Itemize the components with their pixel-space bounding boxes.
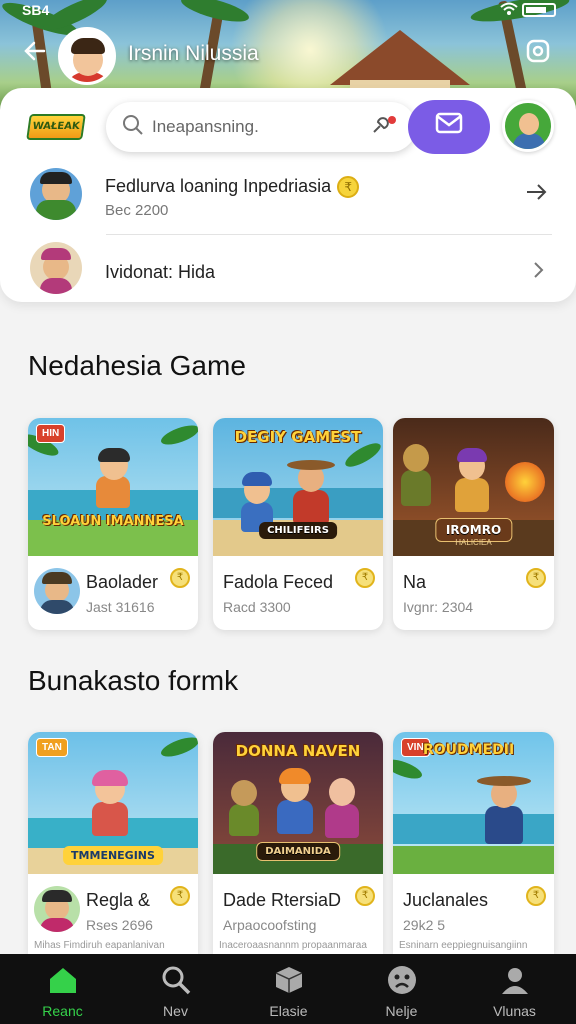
game-stat: Rses 2696 (86, 917, 153, 933)
app-logo[interactable]: WAŁEAK (26, 114, 86, 140)
home-icon (47, 964, 79, 996)
coin-icon: ₹ (526, 886, 546, 906)
status-bar: SB4 (0, 0, 576, 22)
chevron-right-icon[interactable] (528, 260, 548, 286)
search-input[interactable]: Ineapansning. (152, 117, 259, 137)
sad-face-icon (386, 964, 418, 996)
search-icon (160, 964, 192, 996)
game-thumbnail: VIN ROUDMEDII (393, 732, 554, 874)
card-badge: TAN (36, 738, 68, 757)
notification-row[interactable]: Ividonat: Hida (28, 242, 552, 306)
notification-avatar (30, 168, 82, 220)
thumbnail-title: ROUDMEDII (423, 742, 515, 758)
nav-item-profile[interactable]: Vlunas (457, 954, 572, 1024)
thumbnail-title: SLOAUN IMANNESA (42, 514, 184, 529)
game-card[interactable]: TAN TMMENEGINS Regla & Rses 2696 ₹ Mihas… (28, 732, 198, 954)
game-thumbnail: DONNA NAVEN DAIMANIDA (213, 732, 383, 874)
game-name: Regla & (86, 890, 151, 910)
bottom-nav: Reanc Nev Elasie Nelje Vlunas (0, 954, 576, 1024)
thumbnail-banner: TMMENEGINS (63, 846, 163, 865)
game-thumbnail: TAN TMMENEGINS (28, 732, 198, 874)
coin-icon: ₹ (170, 886, 190, 906)
thumbnail-title: IROMRO (445, 523, 502, 537)
coin-icon: ₹ (526, 568, 546, 588)
profile-button[interactable] (502, 100, 554, 152)
game-stat: Arpaocoofsting (223, 917, 317, 933)
status-time: SB4 (22, 2, 50, 18)
top-panel: WAŁEAK Ineapansning. Fedlurva loaning In… (0, 88, 576, 302)
game-name: Dade RtersiaD (223, 890, 342, 910)
divider (106, 234, 552, 235)
profile-face (519, 113, 539, 135)
back-arrow-icon[interactable] (22, 38, 50, 66)
battery-icon (522, 3, 556, 17)
game-name: Juclanales (403, 890, 489, 910)
header-title: Irsnin Nilussia (128, 42, 259, 65)
inbox-button[interactable] (408, 100, 490, 154)
share-arrow-icon[interactable] (524, 180, 548, 210)
coin-icon: ₹ (355, 886, 375, 906)
nav-label: Nev (163, 1003, 188, 1019)
user-avatar[interactable] (58, 27, 116, 85)
notification-title: Ividonat: Hida (105, 262, 216, 282)
game-name: Fadola Feced (223, 572, 334, 592)
game-thumbnail: DEGIY GAMEST CHILIFEIRS (213, 418, 383, 556)
search-bar[interactable]: Ineapansning. (106, 102, 416, 152)
nav-item-home[interactable]: Reanc (5, 954, 120, 1024)
card-avatar (34, 886, 80, 932)
box-icon (273, 964, 305, 996)
nav-label: Reanc (42, 1003, 83, 1019)
nav-item-box[interactable]: Elasie (231, 954, 346, 1024)
card-avatar (34, 568, 80, 614)
game-description: Esninarn eeppiegnuisangiinn (399, 940, 528, 951)
coin-icon: ₹ (337, 176, 360, 199)
game-description: Inaceroaasnannm propaanmaraa (219, 940, 367, 951)
nav-label: Nelje (385, 1003, 418, 1019)
game-stat: Jast 31616 (86, 599, 155, 615)
profile-body (513, 133, 545, 149)
game-card[interactable]: DEGIY GAMEST CHILIFEIRS Fadola Feced Rac… (213, 418, 383, 630)
hut-roof (330, 30, 470, 85)
game-card[interactable]: IROMRO HALICIEA Na Ivgnr: 2304 ₹ (393, 418, 554, 630)
game-name: Baolader (86, 572, 159, 592)
section-title: Bunakasto formk (28, 665, 239, 696)
nav-item-feedback[interactable]: Nelje (344, 954, 459, 1024)
avatar-hair (71, 38, 105, 54)
notification-title-text: Fedlurva loaning Inpedriasia (105, 176, 332, 196)
notification-title: Fedlurva loaning Inpedriasia ₹ (105, 176, 360, 199)
thumbnail-subtitle: HALICIEA (455, 538, 492, 547)
location-pin-icon[interactable] (370, 114, 396, 140)
gear-icon[interactable] (522, 36, 554, 68)
fire-orb (505, 462, 545, 502)
card-badge: HIN (36, 424, 66, 443)
thumbnail-title: DONNA NAVEN (235, 742, 361, 760)
game-name: Na (403, 572, 427, 592)
game-stat: 29k2 5 (403, 917, 446, 933)
game-thumbnail: HIN SLOAUN IMANNESA (28, 418, 198, 556)
notification-row[interactable]: Fedlurva loaning Inpedriasia ₹ Bec 2200 (28, 168, 552, 232)
thumbnail-banner: DAIMANIDA (256, 842, 340, 861)
game-card[interactable]: DONNA NAVEN DAIMANIDA Dade RtersiaD Arpa… (213, 732, 383, 954)
thumbnail-banner: CHILIFEIRS (259, 522, 337, 539)
notification-dot (388, 116, 396, 124)
nav-item-search[interactable]: Nev (118, 954, 233, 1024)
game-stat: Racd 3300 (223, 599, 291, 615)
coin-icon: ₹ (170, 568, 190, 588)
game-card[interactable]: VIN ROUDMEDII Juclanales 29k2 5 ₹ Esnina… (393, 732, 554, 954)
wifi-icon (500, 2, 518, 19)
game-stat: Ivgnr: 2304 (403, 599, 474, 615)
person-icon (499, 964, 531, 996)
coin-icon: ₹ (355, 568, 375, 588)
search-icon (122, 114, 146, 138)
notification-avatar (30, 242, 82, 294)
nav-label: Elasie (269, 1003, 308, 1019)
game-description: Mihas Fimdiruh eapanlanivan (34, 940, 165, 951)
nav-label: Vlunas (493, 1003, 536, 1019)
game-card[interactable]: HIN SLOAUN IMANNESA Baolader Jast 31616 … (28, 418, 198, 630)
notification-subtitle: Bec 2200 (105, 202, 169, 219)
game-thumbnail: IROMRO HALICIEA (393, 418, 554, 556)
section-title: Nedahesia Game (28, 350, 246, 381)
thumbnail-title: DEGIY GAMEST (234, 428, 362, 446)
